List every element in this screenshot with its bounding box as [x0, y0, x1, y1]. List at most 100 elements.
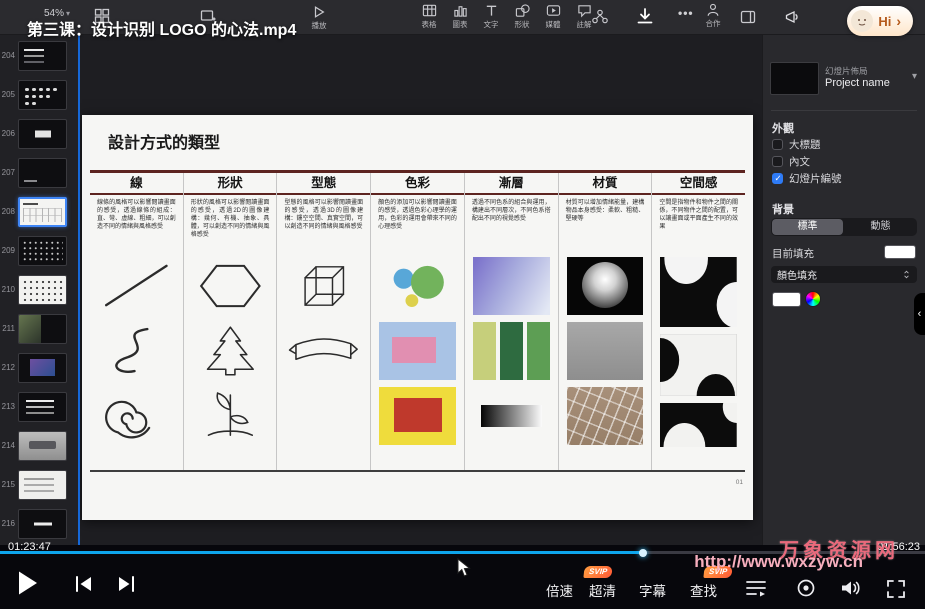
column-header: 材質	[559, 173, 652, 195]
fullscreen-button[interactable]	[886, 579, 906, 599]
tab-standard[interactable]: 標準	[772, 219, 843, 235]
slide-title: 設計方式的類型	[108, 129, 220, 153]
slide-number: 212	[0, 363, 15, 372]
tab-dynamic[interactable]: 動態	[845, 219, 916, 235]
green-swatches-art	[473, 322, 550, 380]
progress-fill	[0, 551, 643, 554]
current-slide[interactable]: 設計方式的類型 線 線條的風格可以影響閱讀畫面的感受，透過線條的組成：直、彎、虛…	[82, 115, 753, 520]
curved-line-art	[98, 322, 175, 380]
slide-number: 208	[0, 207, 15, 216]
toolbar-table-button[interactable]: 表格	[416, 3, 442, 30]
checkbox-label: 大標題	[789, 137, 821, 152]
slide-thumbnail[interactable]	[18, 119, 67, 149]
playlist-button[interactable]	[745, 579, 767, 597]
toolbar-chart-button[interactable]: 圖表	[447, 3, 473, 30]
speed-button[interactable]: 倍速	[546, 580, 573, 600]
current-fill-swatch[interactable]	[884, 245, 916, 259]
slide-thumbnail[interactable]	[18, 197, 67, 227]
chevron-down-icon[interactable]: ▾	[912, 71, 917, 82]
play-presentation-button[interactable]: 播放	[306, 5, 332, 31]
slide-thumbnail-row[interactable]: 213	[0, 387, 78, 426]
slide-thumbnail-row[interactable]: 210	[0, 270, 78, 309]
assistant-pill-button[interactable]: Hi ›	[847, 6, 913, 36]
slide-number: 215	[0, 480, 15, 489]
checkbox[interactable]	[772, 173, 783, 184]
slide-thumbnail-row[interactable]: 215	[0, 465, 78, 504]
slide-thumbnail[interactable]	[18, 41, 67, 71]
comment-icon	[577, 3, 592, 18]
layout-thumbnail[interactable]	[770, 62, 819, 95]
checkbox[interactable]	[772, 156, 783, 167]
play-button[interactable]	[17, 570, 39, 596]
quality-button[interactable]: 超清	[589, 580, 616, 600]
next-episode-button[interactable]	[116, 575, 136, 593]
slide-thumbnail-row[interactable]: 204	[0, 36, 78, 75]
collaboration-button[interactable]	[592, 9, 608, 25]
slide-number: 211	[0, 324, 15, 333]
settings-button[interactable]	[796, 578, 816, 598]
volume-button[interactable]	[840, 579, 862, 597]
slide-thumbnail-row[interactable]: 216	[0, 504, 78, 543]
sprout-art	[192, 387, 269, 445]
slide-thumbnail[interactable]	[18, 431, 67, 461]
design-column-color: 色彩 顏色的添加可以影響閱讀畫面的感受，透過色彩心理學的運用，色彩的運用會帶來不…	[371, 173, 465, 470]
slide-number: 207	[0, 168, 15, 177]
toolbar-text-button[interactable]: 文字	[478, 3, 504, 30]
slide-thumbnail-row[interactable]: 209	[0, 231, 78, 270]
collaborate-button[interactable]: 合作	[700, 3, 726, 29]
column-header: 空間感	[652, 173, 745, 195]
slide-thumbnail-row[interactable]: 208	[0, 192, 78, 231]
option-body[interactable]: 內文	[772, 154, 810, 169]
download-button[interactable]	[636, 7, 654, 25]
subtitles-button[interactable]: 字幕	[639, 580, 666, 600]
slide-thumbnail-row[interactable]: 212	[0, 348, 78, 387]
cast-button[interactable]	[784, 9, 800, 25]
slide-thumbnail[interactable]	[18, 80, 67, 110]
checkbox-label: 內文	[789, 154, 810, 169]
toolbar-shape-button[interactable]: 形狀	[509, 3, 535, 30]
slide-thumbnail[interactable]	[18, 392, 67, 422]
media-icon	[546, 3, 561, 18]
design-column-form: 型態 型態的風格可以影響閱讀畫面的感受，透過3D的圖像建構：鏤空空間、真實空間，…	[277, 173, 371, 470]
empty-cell	[285, 387, 362, 445]
previous-episode-button[interactable]	[74, 575, 94, 593]
navigator-divider[interactable]	[78, 0, 80, 545]
column-description: 顏色的添加可以影響閱讀畫面的感受，透過色彩心理學的運用，色彩的運用會帶來不同的心…	[371, 195, 464, 255]
slide-thumbnail-row[interactable]: 214	[0, 426, 78, 465]
collaboration-icon	[592, 9, 608, 25]
slide-thumbnail[interactable]	[18, 158, 67, 188]
play-presentation-icon	[312, 5, 326, 19]
slide-thumbnail[interactable]	[18, 509, 67, 539]
format-panel-button[interactable]	[740, 9, 756, 25]
toolbar-media-button[interactable]: 媒體	[540, 3, 566, 30]
tree-art	[192, 322, 269, 380]
checkbox[interactable]	[772, 139, 783, 150]
slide-thumbnail[interactable]	[18, 353, 67, 383]
progress-knob[interactable]	[639, 549, 647, 557]
column-header: 型態	[277, 173, 370, 195]
slide-thumbnail-row[interactable]: 211	[0, 309, 78, 348]
slide-thumbnail[interactable]	[18, 470, 67, 500]
column-description: 空間是指物件和物件之間的關係，不同物件之間的配置，可以讓畫面或平面產生不同的效果	[652, 195, 745, 255]
option-title[interactable]: 大標題	[772, 137, 821, 152]
ribbon-art	[285, 322, 362, 380]
gray-card-art	[567, 322, 644, 380]
fullscreen-icon	[886, 579, 906, 599]
color-picker-wheel[interactable]	[805, 291, 821, 307]
slide-thumbnail[interactable]	[18, 275, 67, 305]
slide-thumbnail-row[interactable]: 206	[0, 114, 78, 153]
toolbar-button-label: 表格	[416, 19, 442, 30]
find-button[interactable]: 查找	[690, 580, 717, 600]
side-drawer-toggle[interactable]: ‹	[914, 293, 925, 335]
slide-thumbnail-row[interactable]: 207	[0, 153, 78, 192]
slide-thumbnail[interactable]	[18, 236, 67, 266]
more-button[interactable]: •••	[678, 6, 694, 20]
current-time: 01:23:47	[8, 541, 51, 553]
diagonal-line-art	[98, 257, 175, 315]
color-well[interactable]	[772, 292, 801, 307]
slide-navigator[interactable]: 2042052062072082092102112122132142152162…	[0, 34, 78, 545]
slide-thumbnail-row[interactable]: 205	[0, 75, 78, 114]
slide-thumbnail[interactable]	[18, 314, 67, 344]
fill-type-select[interactable]: 顏色填充	[771, 266, 917, 283]
option-slide-number[interactable]: 幻燈片編號	[772, 171, 842, 186]
